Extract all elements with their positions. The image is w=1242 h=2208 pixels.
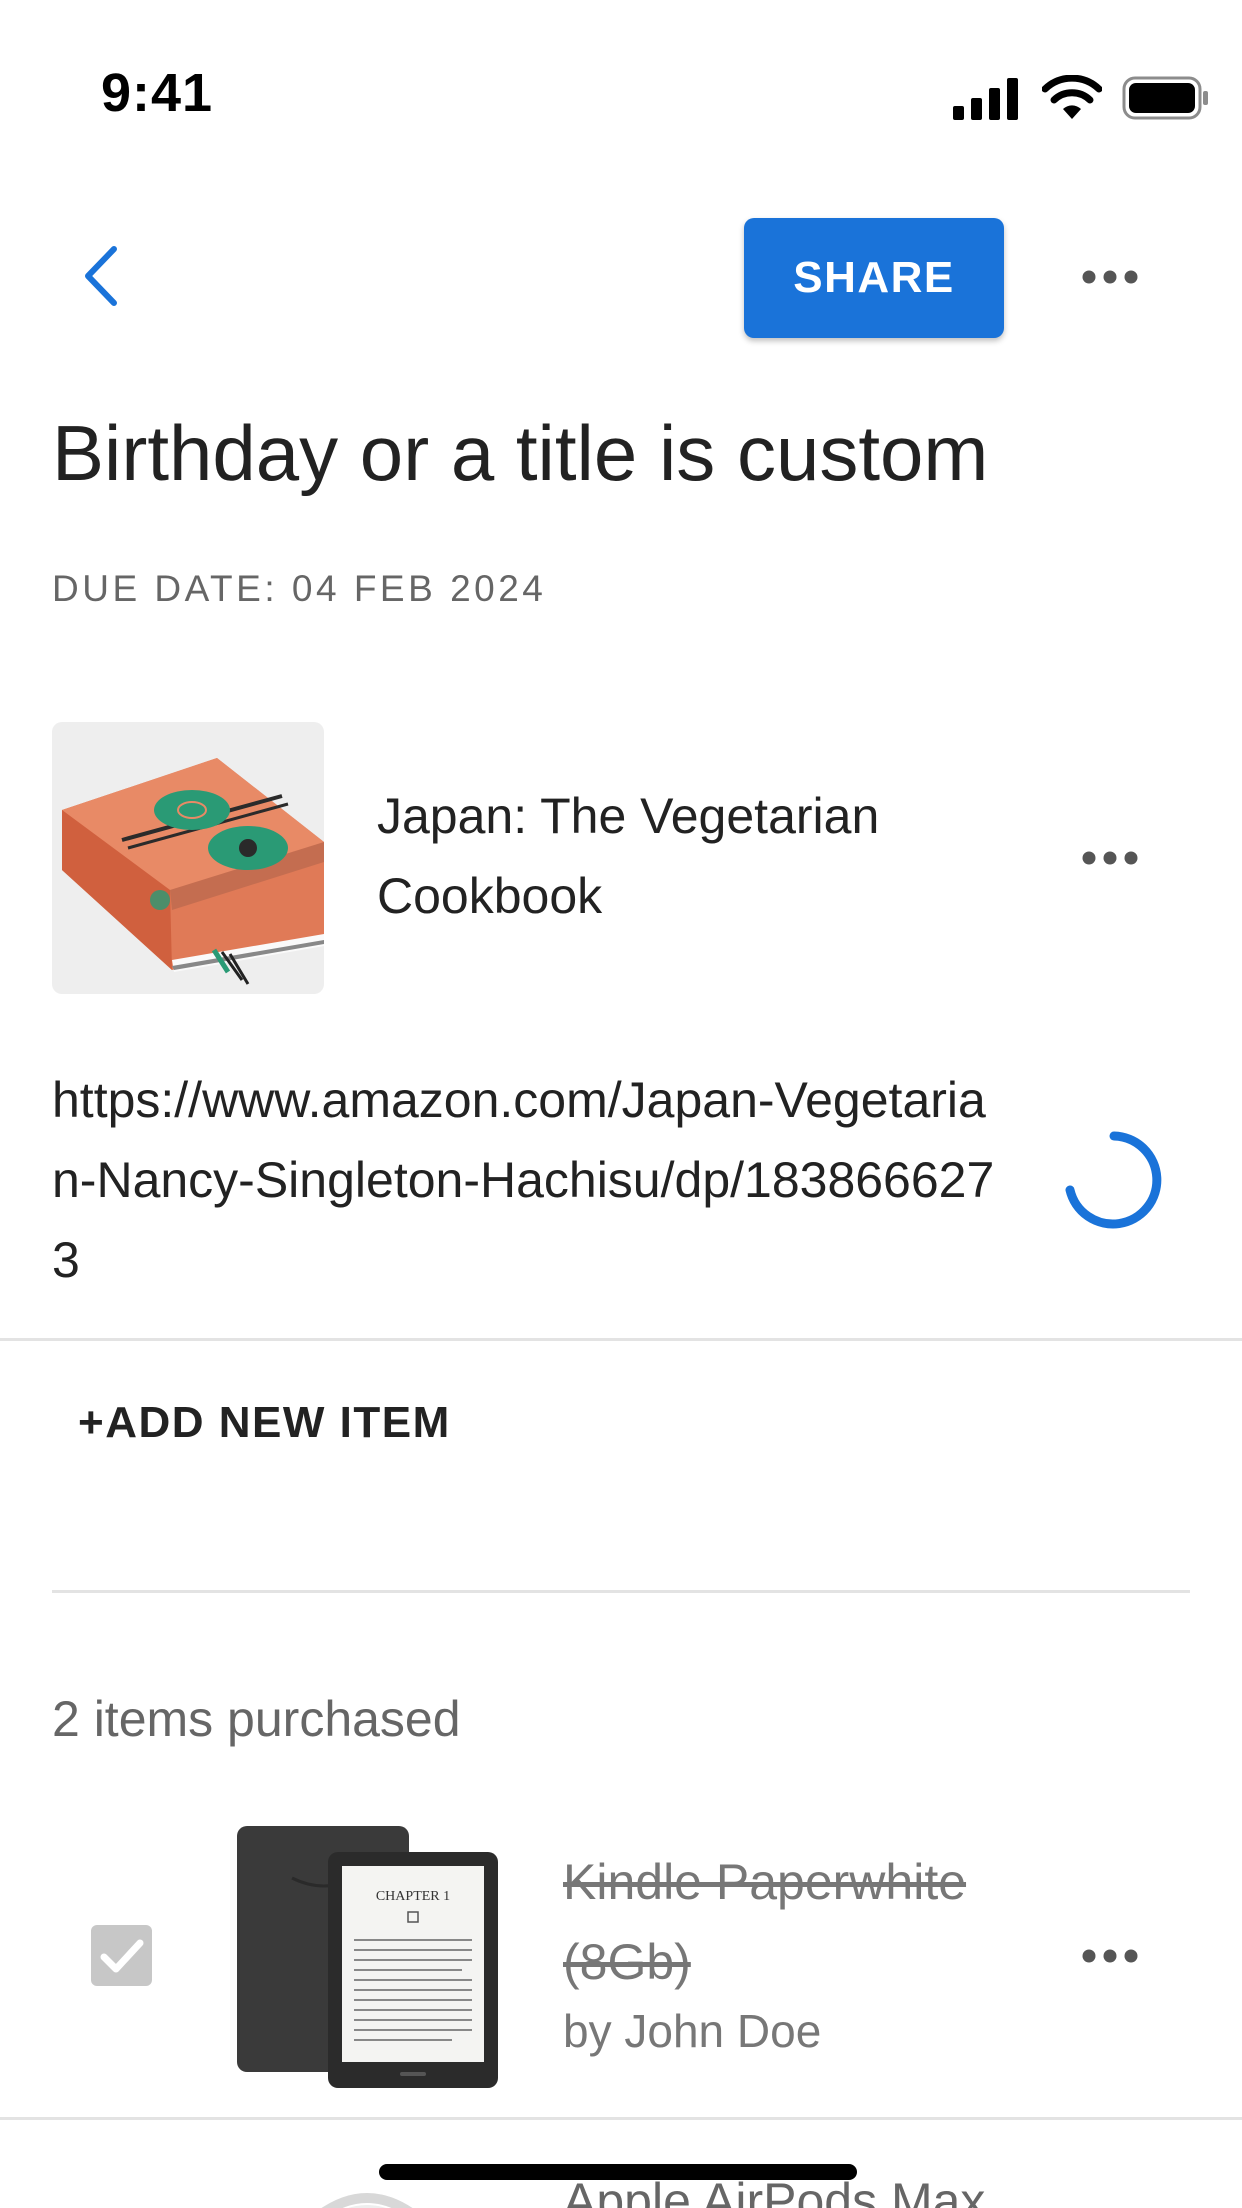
item-title[interactable]: Japan: The Vegetarian Cookbook: [377, 776, 997, 936]
page-title: Birthday or a title is custom: [52, 409, 989, 497]
home-indicator[interactable]: [379, 2164, 857, 2180]
status-bar: 9:41: [0, 0, 1242, 190]
due-date: DUE DATE: 04 FEB 2024: [52, 568, 547, 609]
purchased-item-title[interactable]: Kindle Paperwhite (8Gb): [563, 1842, 1043, 2002]
cellular-signal-icon: [953, 78, 1018, 120]
loading-spinner-icon: [1065, 1131, 1162, 1229]
item-url-link[interactable]: https://www.amazon.com/Japan-Vegetarian-…: [52, 1060, 1012, 1300]
divider: [0, 2117, 1242, 2120]
wifi-icon: [1042, 75, 1102, 119]
chevron-left-icon: [85, 246, 117, 306]
item-thumbnail[interactable]: [52, 722, 324, 994]
list-more-button[interactable]: [1070, 247, 1150, 307]
kindle-image: CHAPTER 1: [237, 1826, 498, 2088]
cookbook-image: [62, 758, 324, 985]
kindle-thumbnail[interactable]: CHAPTER 1: [232, 1820, 504, 2092]
more-horizontal-icon: [1082, 1949, 1138, 1963]
status-time: 9:41: [101, 63, 214, 123]
checkmark-icon: [100, 1939, 143, 1972]
item-more-button[interactable]: [1070, 828, 1150, 888]
purchased-checkbox[interactable]: [91, 1925, 152, 1986]
battery-icon: [1122, 76, 1208, 120]
svg-text:CHAPTER 1: CHAPTER 1: [376, 1889, 450, 1904]
more-horizontal-icon: [1082, 270, 1138, 284]
add-new-item-button[interactable]: +ADD NEW ITEM: [78, 1398, 451, 1448]
divider: [0, 1338, 1242, 1341]
purchased-item-author: by John Doe: [563, 2005, 822, 2057]
divider: [52, 1590, 1190, 1593]
purchased-count: 2 items purchased: [52, 1691, 461, 1747]
back-button[interactable]: [62, 236, 142, 316]
purchased-item-more-button[interactable]: [1070, 1926, 1150, 1986]
share-button[interactable]: SHARE: [744, 218, 1004, 338]
more-horizontal-icon: [1082, 851, 1138, 865]
